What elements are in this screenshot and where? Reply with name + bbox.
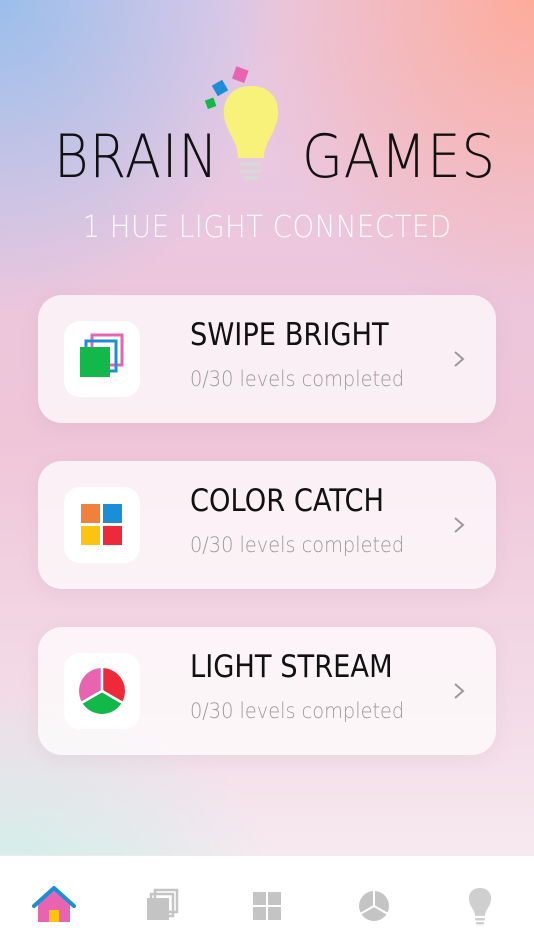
app-header: BRAIN GAMES 1 HUE LIGHT CONNECTED — [0, 0, 534, 260]
color-grid-icon — [64, 487, 140, 563]
game-title: COLOR CATCH — [190, 483, 385, 519]
chevron-right-icon — [454, 351, 465, 367]
tab-swipe-bright[interactable] — [137, 882, 185, 930]
home-icon — [32, 886, 76, 922]
tab-lights[interactable] — [456, 882, 504, 930]
tab-home[interactable] — [30, 882, 78, 930]
lightbulb-icon — [468, 888, 492, 925]
game-title: SWIPE BRIGHT — [190, 317, 389, 353]
bottom-tab-bar — [0, 855, 534, 951]
grid-icon — [253, 892, 281, 920]
game-title: LIGHT STREAM — [190, 649, 393, 685]
game-progress: 0/30 levels completed — [190, 533, 405, 557]
game-progress: 0/30 levels completed — [190, 699, 405, 723]
tab-light-stream[interactable] — [350, 882, 398, 930]
connection-status: 1 HUE LIGHT CONNECTED — [82, 210, 452, 245]
lightbulb-logo-icon — [204, 66, 279, 180]
pie-segments-icon — [64, 653, 140, 729]
pie-icon — [359, 891, 389, 921]
chevron-right-icon — [454, 683, 465, 699]
game-card-light-stream[interactable]: LIGHT STREAM 0/30 levels completed — [38, 627, 496, 755]
chevron-right-icon — [454, 517, 465, 533]
title-games: GAMES — [302, 122, 496, 192]
game-card-swipe-bright[interactable]: SWIPE BRIGHT 0/30 levels completed — [38, 295, 496, 423]
title-brain: BRAIN — [54, 122, 219, 192]
tab-color-catch[interactable] — [243, 882, 291, 930]
stacked-cards-icon — [147, 888, 179, 920]
stacked-cards-icon — [64, 321, 140, 397]
game-progress: 0/30 levels completed — [190, 367, 405, 391]
game-card-color-catch[interactable]: COLOR CATCH 0/30 levels completed — [38, 461, 496, 589]
